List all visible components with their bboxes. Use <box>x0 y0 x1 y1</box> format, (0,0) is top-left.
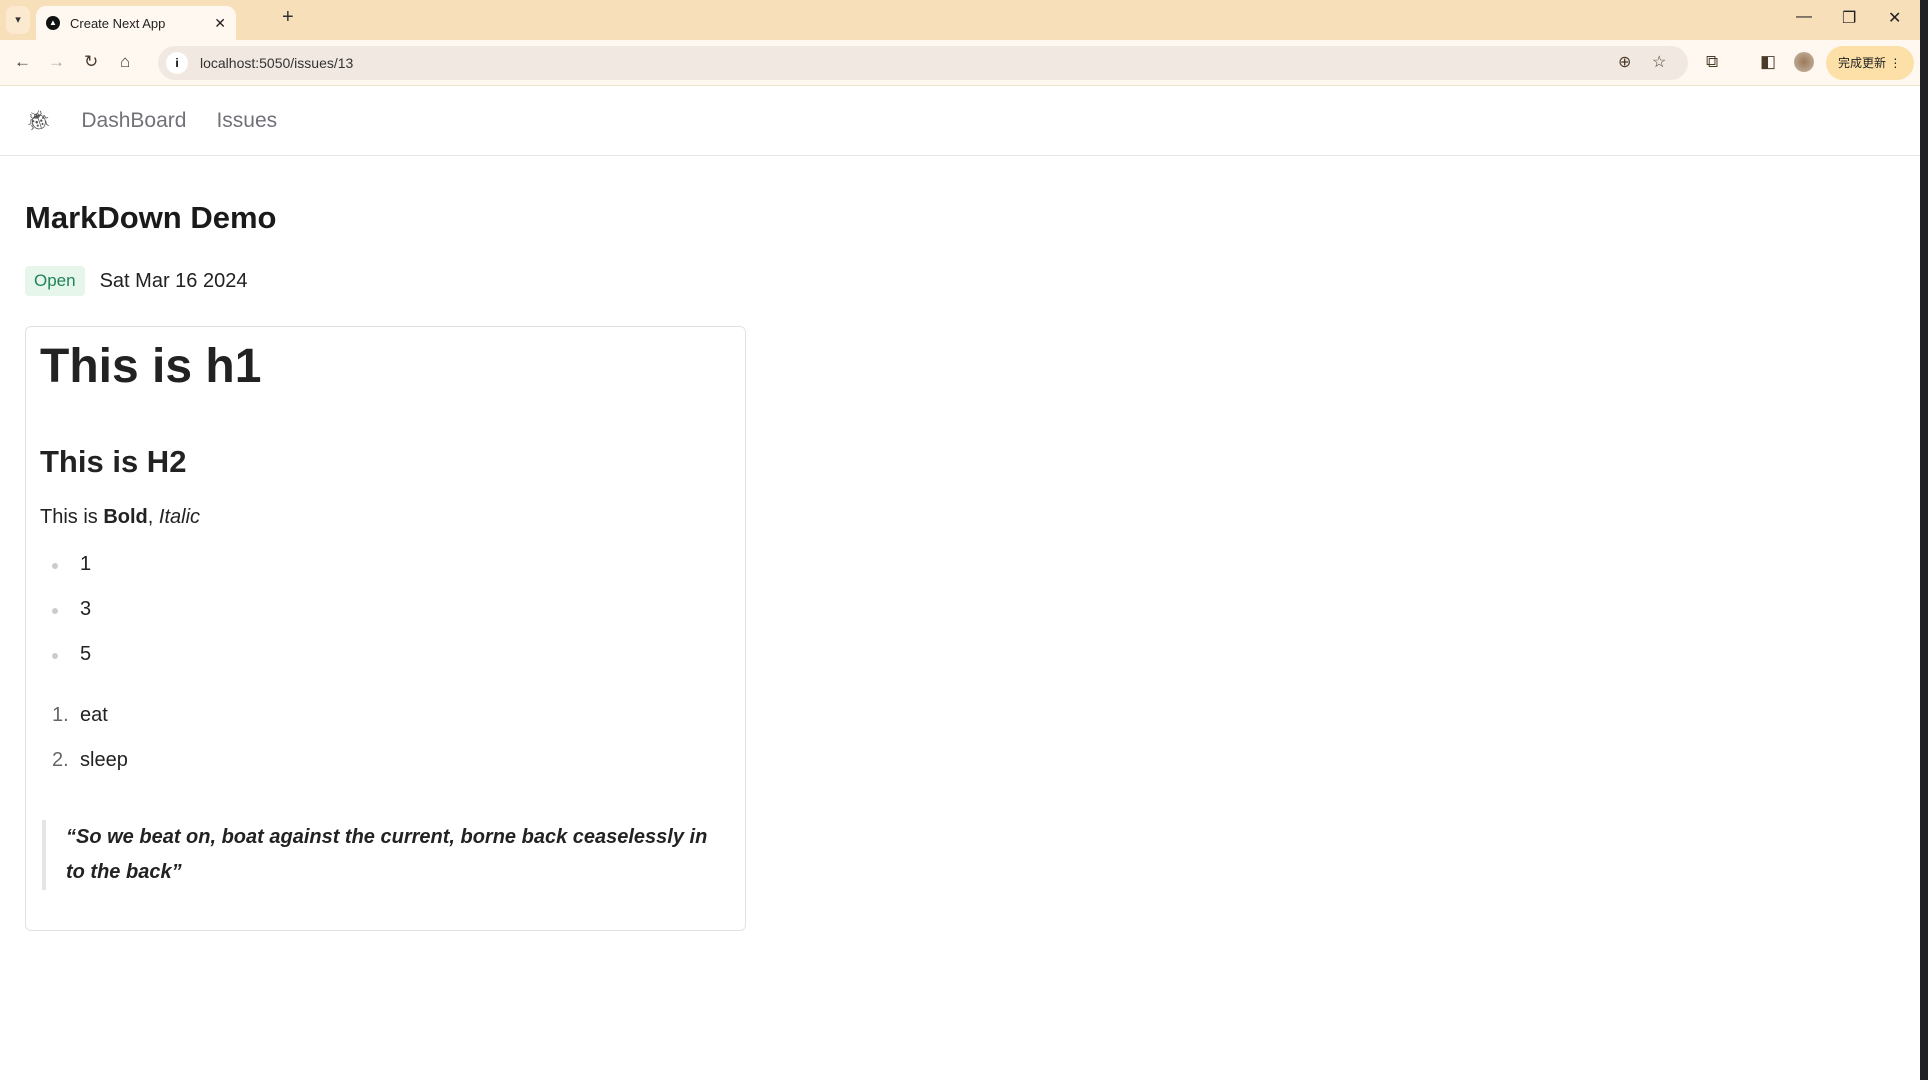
zoom-icon[interactable]: ⊕ <box>1618 52 1631 72</box>
bookmark-star-icon[interactable]: ☆ <box>1652 52 1666 72</box>
profile-avatar[interactable] <box>1794 52 1814 72</box>
markdown-card: This is h1 This is H2 This is Bold, Ital… <box>25 326 746 931</box>
item-number: 1. <box>52 704 69 726</box>
extensions-icon[interactable]: ⧉ <box>1706 52 1718 72</box>
page-title: MarkDown Demo <box>25 200 277 235</box>
home-icon[interactable]: ⌂ <box>120 52 130 72</box>
status-badge: Open <box>25 266 85 296</box>
site-info-icon[interactable]: i <box>166 52 188 74</box>
blockquote: “So we beat on, boat against the current… <box>42 820 722 890</box>
reload-icon[interactable]: ↻ <box>84 52 98 72</box>
close-tab-icon[interactable]: ✕ <box>214 15 226 32</box>
list-item: 1 <box>40 553 731 598</box>
nextjs-favicon-icon: ▲ <box>46 16 60 30</box>
issue-detail: MarkDown Demo Open Sat Mar 16 2024 This … <box>25 200 746 931</box>
italic-text: Italic <box>158 506 201 528</box>
tab-strip: ▾ ▲ Create Next App ✕ + — ❐ ✕ <box>0 0 1920 40</box>
markdown-paragraph: This is Bold, Italic <box>40 506 731 529</box>
issue-date: Sat Mar 16 2024 <box>99 269 248 292</box>
bug-logo-icon[interactable]: 🐞︎ <box>26 108 51 133</box>
markdown-h1: This is h1 <box>40 340 262 393</box>
side-panel-icon[interactable]: ◧ <box>1760 52 1776 72</box>
list-item: 1. eat <box>40 704 731 749</box>
item-text: sleep <box>80 749 128 771</box>
bold-text: Bold <box>103 506 148 528</box>
app-navbar: 🐞︎ DashBoard Issues <box>0 86 1920 156</box>
item-number: 2. <box>52 749 69 771</box>
nav-link-issues[interactable]: Issues <box>216 109 277 133</box>
browser-tab[interactable]: ▲ Create Next App ✕ <box>36 6 236 40</box>
bullet-list: 1 3 5 <box>40 553 731 688</box>
list-item: 3 <box>40 598 731 643</box>
para-text: This is <box>40 506 104 528</box>
browser-toolbar: ← → ↻ ⌂ i localhost:5050/issues/13 ⊕ ☆ ⧉… <box>0 40 1920 86</box>
list-item: 2. sleep <box>40 749 731 794</box>
list-item: 5 <box>40 643 731 688</box>
close-window-icon[interactable]: ✕ <box>1888 8 1901 28</box>
url-text[interactable]: localhost:5050/issues/13 <box>200 55 353 71</box>
scrollbar[interactable] <box>1920 0 1928 1080</box>
markdown-h2: This is H2 <box>40 444 187 479</box>
update-button[interactable]: 完成更新 ⋮ <box>1826 46 1914 80</box>
ordered-list: 1. eat 2. sleep <box>40 704 731 794</box>
back-icon[interactable]: ← <box>14 52 31 72</box>
tab-search-button[interactable]: ▾ <box>6 6 30 34</box>
para-sep: , <box>147 506 159 528</box>
address-bar[interactable]: i localhost:5050/issues/13 ⊕ ☆ <box>158 46 1688 80</box>
forward-icon[interactable]: → <box>48 52 65 72</box>
new-tab-button[interactable]: + <box>282 6 294 29</box>
minimize-icon[interactable]: — <box>1796 8 1812 26</box>
item-text: eat <box>80 704 108 726</box>
nav-link-dashboard[interactable]: DashBoard <box>81 109 186 133</box>
update-label: 完成更新 <box>1838 56 1887 70</box>
tab-title: Create Next App <box>70 15 166 31</box>
restore-icon[interactable]: ❐ <box>1842 8 1856 28</box>
menu-icon[interactable]: ⋮ <box>1889 56 1901 70</box>
